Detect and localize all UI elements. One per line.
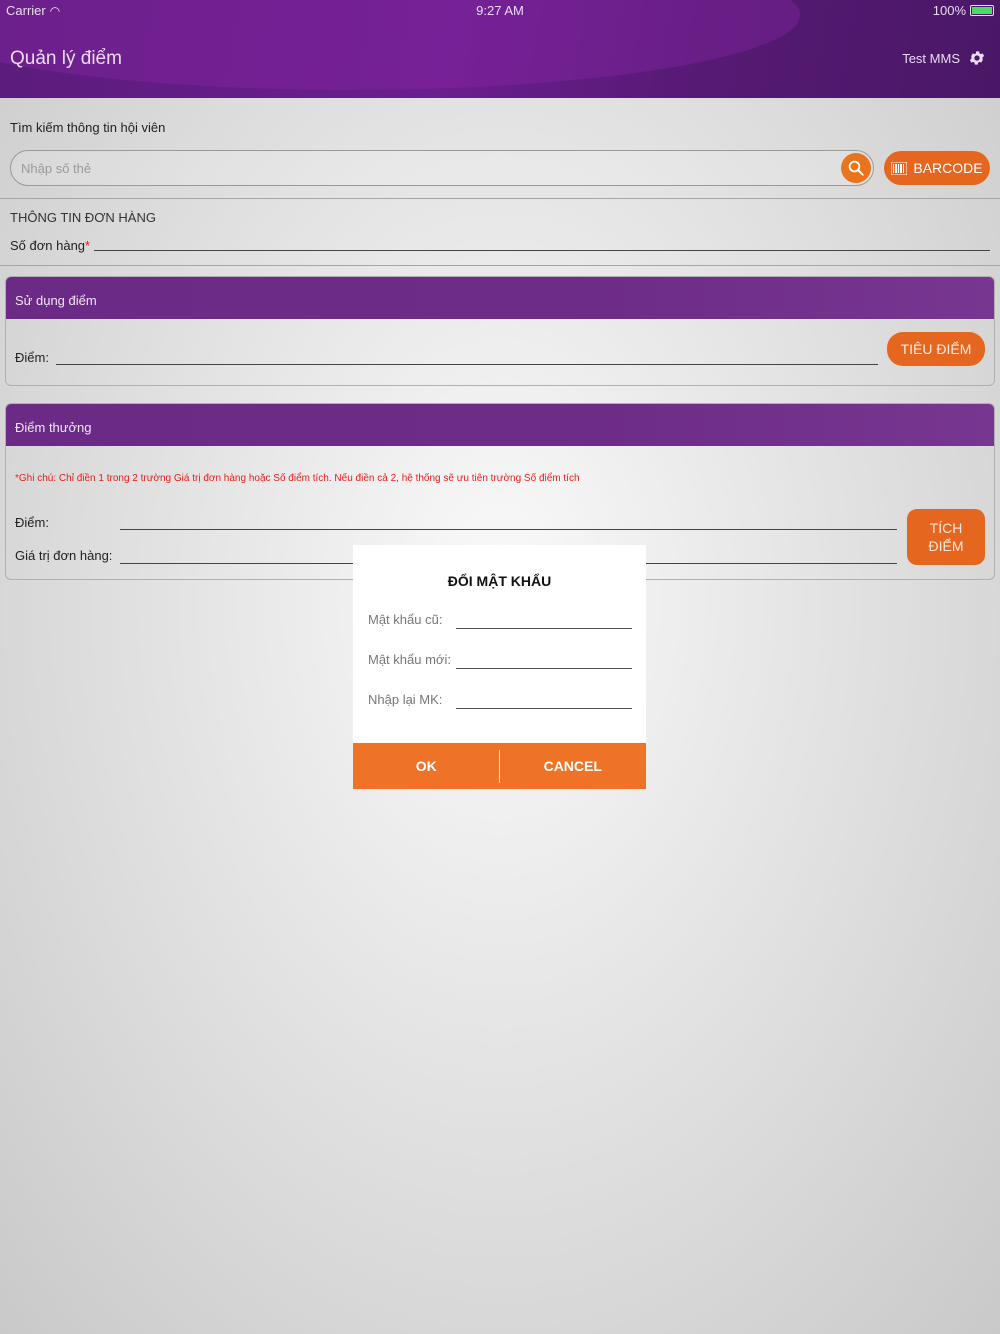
use-points-panel: Sử dụng điểm [5, 276, 995, 386]
confirm-password-field[interactable] [456, 708, 632, 709]
reward-points-field[interactable] [120, 529, 897, 530]
confirm-password-label: Nhập lại MK: [368, 692, 443, 707]
barcode-button[interactable]: BARCODE [884, 151, 990, 185]
order-number-field[interactable] [94, 250, 990, 251]
gear-icon[interactable] [968, 49, 986, 67]
barcode-icon [891, 161, 908, 175]
order-info-title: THÔNG TIN ĐƠN HÀNG [10, 210, 156, 225]
card-number-input[interactable] [21, 157, 831, 179]
new-password-label: Mật khẩu mới: [368, 652, 451, 667]
battery-icon [970, 5, 994, 16]
search-button[interactable] [841, 153, 871, 183]
cancel-button[interactable]: CANCEL [500, 743, 647, 789]
new-password-field[interactable] [456, 668, 632, 669]
use-points-title: Sử dụng điểm [6, 277, 994, 319]
dialog-title: ĐỔI MẬT KHẨU [447, 573, 552, 589]
reward-note: *Ghi chú: Chỉ điền 1 trong 2 trường Giá … [15, 473, 580, 484]
order-number-label: Số đơn hàng* [10, 238, 91, 253]
search-icon [848, 160, 864, 176]
use-points-field[interactable] [56, 364, 878, 365]
old-password-field[interactable] [456, 628, 632, 629]
barcode-label: BARCODE [913, 160, 983, 176]
status-time: 9:27 AM [476, 3, 524, 18]
divider [0, 198, 1000, 199]
change-password-dialog: ĐỔI MẬT KHẨU Mật khẩu cũ: Mật khẩu mới: … [353, 545, 646, 789]
old-password-label: Mật khẩu cũ: [368, 612, 443, 627]
app-header: Carrier ◠ 9:27 AM 100% Quản lý điểm Test … [0, 0, 1000, 98]
redeem-points-button[interactable]: TIÊU ĐIỂM [887, 332, 985, 366]
earn-points-button[interactable]: TÍCH ĐIỂM [907, 509, 985, 565]
required-mark: * [85, 238, 91, 253]
search-label: Tìm kiếm thông tin hội viên [10, 120, 166, 135]
divider [0, 265, 1000, 266]
reward-points-title: Điểm thưởng [6, 404, 994, 446]
order-value-label: Giá trị đơn hàng: [15, 548, 113, 563]
ok-button[interactable]: OK [353, 743, 500, 789]
page-title: Quản lý điểm [10, 48, 122, 69]
reward-points-label: Điểm: [15, 515, 49, 530]
user-name: Test MMS [902, 50, 960, 66]
button-divider [499, 750, 500, 783]
use-points-label: Điểm: [15, 350, 49, 365]
status-battery: 100% [933, 3, 994, 18]
search-field [10, 150, 874, 186]
user-menu[interactable]: Test MMS [902, 49, 986, 67]
